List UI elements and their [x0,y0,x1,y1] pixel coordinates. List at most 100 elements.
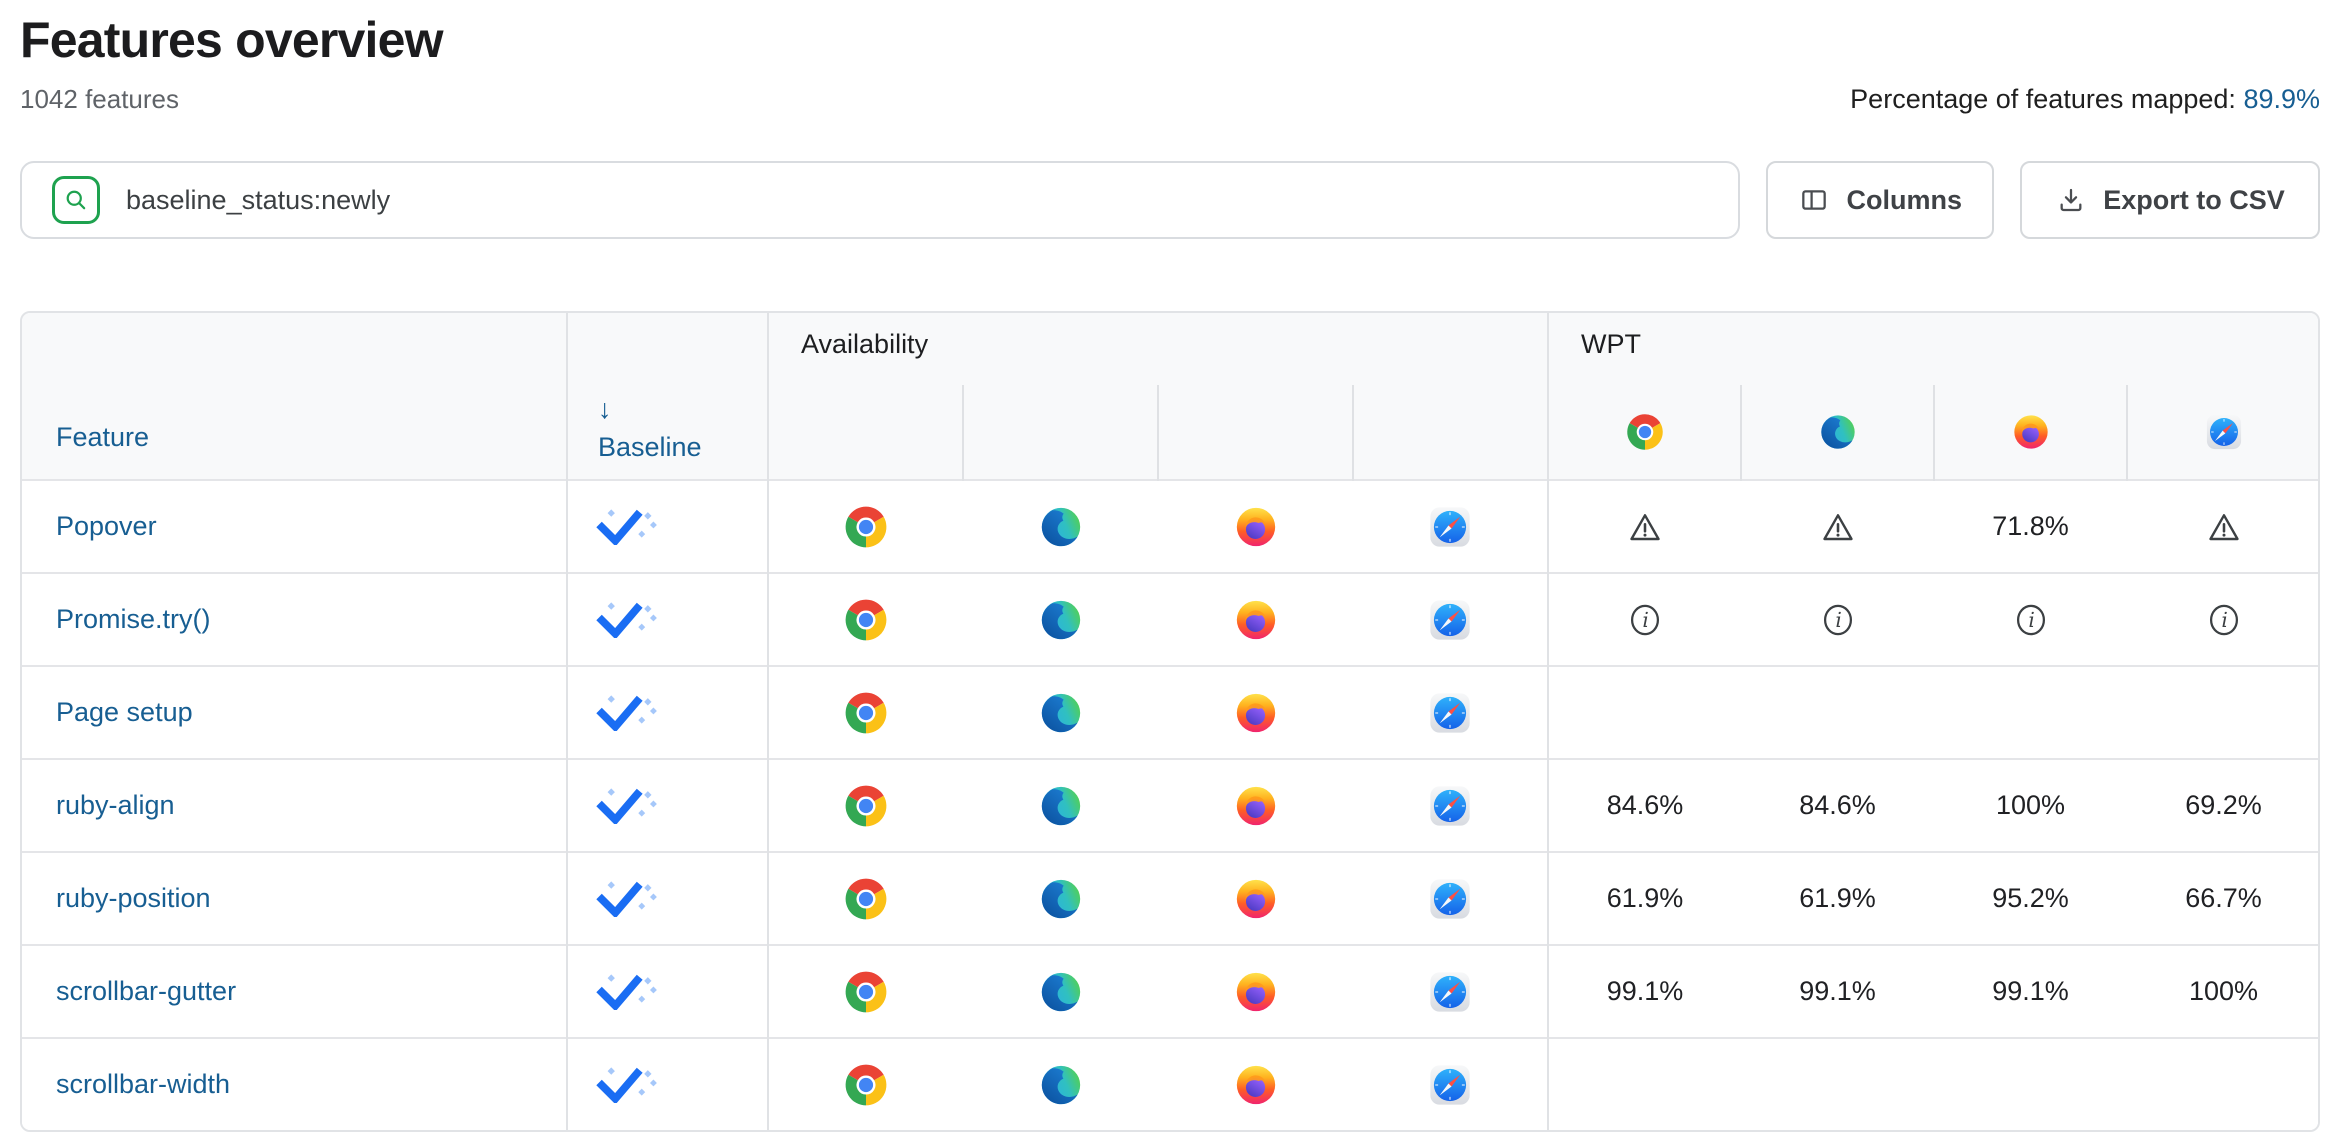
baseline-status-cell [567,759,768,852]
features-overview-page: Features overview 1042 features Percenta… [0,0,2340,1132]
availability-cell [1353,945,1548,1038]
wpt-score-value: 99.1% [1799,976,1876,1006]
mapped-stat: Percentage of features mapped: 89.9% [1850,84,2320,115]
wpt-score-cell: 69.2% [2127,759,2320,852]
search-input[interactable] [124,184,1714,217]
wpt-score-value: 84.6% [1607,790,1684,820]
info-icon[interactable] [1820,602,1856,638]
mapped-percentage-link[interactable]: 89.9% [2243,84,2320,114]
wpt-score-cell: 66.7% [2127,852,2320,945]
wpt-score-cell [1548,666,1741,759]
sort-descending-arrow-icon: ↓ [598,394,767,424]
sort-feature-link[interactable]: Feature [56,422,149,452]
availability-edge-icon [1038,690,1084,736]
availability-cell [1158,852,1353,945]
availability-subheader-cell [963,385,1158,480]
availability-safari-icon [1427,876,1473,922]
warning-icon[interactable] [1820,509,1856,545]
warning-icon[interactable] [2206,509,2242,545]
info-icon[interactable] [1627,602,1663,638]
wpt-subheader-safari [2127,385,2320,480]
availability-edge-icon [1038,969,1084,1015]
export-csv-button[interactable]: Export to CSV [2020,161,2320,239]
feature-cell: scrollbar-width [22,1038,567,1130]
mapped-stat-label: Percentage of features mapped: [1850,84,2243,114]
feature-link[interactable]: Promise.try() [56,604,211,634]
availability-cell [963,945,1158,1038]
wpt-score-value: 84.6% [1799,790,1876,820]
baseline-status-cell [567,852,768,945]
wpt-score-cell [2127,480,2320,573]
availability-firefox-icon [1233,597,1279,643]
availability-subheader-cell [768,385,963,480]
availability-cell [1158,759,1353,852]
wpt-score-cell [1741,666,1934,759]
wpt-group-header: WPT [1548,313,2320,385]
feature-link[interactable]: ruby-position [56,883,211,913]
wpt-score-cell [1548,573,1741,666]
wpt-score-cell [1548,480,1741,573]
wpt-score-cell [1934,1038,2127,1130]
firefox-icon [2011,412,2051,452]
table-row: scrollbar-gutter99.1%99.1%99.1%100% [22,945,2320,1038]
baseline-newly-icon [596,509,658,545]
table-row: Page setup [22,666,2320,759]
availability-firefox-icon [1233,1062,1279,1108]
wpt-score-value: 99.1% [1992,976,2069,1006]
availability-firefox-icon [1233,783,1279,829]
wpt-score-cell: 99.1% [1934,945,2127,1038]
chrome-icon [1625,412,1665,452]
availability-cell [1353,852,1548,945]
wpt-score-value: 95.2% [1992,883,2069,913]
availability-edge-icon [1038,876,1084,922]
feature-link[interactable]: scrollbar-gutter [56,976,236,1006]
availability-cell [963,666,1158,759]
feature-cell: Popover [22,480,567,573]
availability-safari-icon [1427,690,1473,736]
info-icon[interactable] [2206,602,2242,638]
availability-chrome-icon [843,690,889,736]
feature-link[interactable]: scrollbar-width [56,1069,230,1099]
wpt-score-cell: 95.2% [1934,852,2127,945]
wpt-score-cell [1741,573,1934,666]
availability-cell [1158,945,1353,1038]
wpt-score-value: 61.9% [1607,883,1684,913]
availability-edge-icon [1038,504,1084,550]
search-box[interactable] [20,161,1740,239]
wpt-score-value: 69.2% [2185,790,2262,820]
columns-button[interactable]: Columns [1766,161,1994,239]
availability-cell [768,1038,963,1130]
availability-cell [963,852,1158,945]
wpt-score-cell [2127,1038,2320,1130]
sort-baseline-link[interactable]: ↓Baseline [598,394,767,462]
availability-group-header: Availability [768,313,1548,385]
feature-link[interactable]: ruby-align [56,790,175,820]
availability-cell [768,480,963,573]
warning-icon[interactable] [1627,509,1663,545]
wpt-score-cell: 100% [1934,759,2127,852]
baseline-status-cell [567,666,768,759]
feature-link[interactable]: Popover [56,511,157,541]
info-icon[interactable] [2013,602,2049,638]
availability-chrome-icon [843,597,889,643]
availability-cell [1158,573,1353,666]
baseline-status-cell [567,945,768,1038]
availability-cell [768,666,963,759]
availability-cell [768,573,963,666]
baseline-status-cell [567,1038,768,1130]
availability-cell [1158,480,1353,573]
availability-cell [1353,759,1548,852]
wpt-score-cell [1548,1038,1741,1130]
wpt-score-cell: 61.9% [1548,852,1741,945]
wpt-score-value: 71.8% [1992,511,2069,541]
baseline-status-cell [567,480,768,573]
availability-safari-icon [1427,504,1473,550]
wpt-subheader-firefox [1934,385,2127,480]
wpt-score-value: 100% [1996,790,2065,820]
wpt-score-cell [1741,480,1934,573]
feature-link[interactable]: Page setup [56,697,193,727]
baseline-newly-icon [596,788,658,824]
search-icon [52,176,100,224]
export-csv-button-label: Export to CSV [2103,185,2285,216]
availability-cell [963,573,1158,666]
